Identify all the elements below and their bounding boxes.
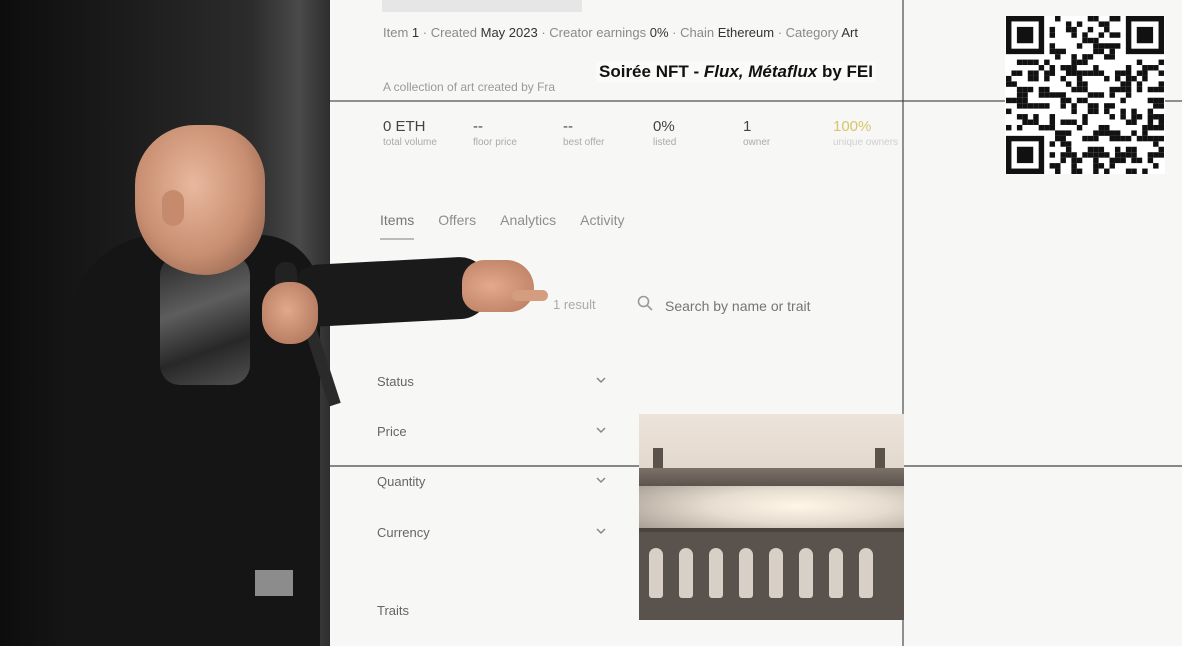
search-input[interactable]: [663, 296, 867, 315]
earnings-label: Creator earnings: [549, 25, 647, 40]
chain-label: Chain: [680, 25, 715, 40]
created-label: Created: [430, 25, 477, 40]
stat-best-offer: -- best offer: [563, 118, 623, 148]
cut-off-title: [382, 0, 582, 12]
collection-meta: Item 1 · Created May 2023 · Creator earn…: [383, 25, 858, 40]
baluster: [679, 548, 693, 598]
nft-artwork-image[interactable]: [639, 414, 904, 620]
filter-price[interactable]: Price: [377, 424, 607, 439]
presenter-pointing-hand: [462, 260, 534, 312]
baluster: [709, 548, 723, 598]
baluster: [859, 548, 873, 598]
search-bar[interactable]: [637, 295, 867, 316]
tab-offers[interactable]: Offers: [438, 212, 476, 240]
earnings-value: 0%: [649, 25, 669, 40]
stat-listed: 0% listed: [653, 118, 713, 148]
baluster: [829, 548, 843, 598]
stat-label: total volume: [383, 137, 437, 148]
stat-floor: -- floor price: [473, 118, 533, 148]
baluster: [649, 548, 663, 598]
stat-value: 0%: [653, 118, 675, 135]
tab-items[interactable]: Items: [380, 212, 415, 240]
photo-frame: Item 1 · Created May 2023 · Creator earn…: [0, 0, 1182, 646]
tab-analytics[interactable]: Analytics: [500, 212, 556, 240]
chevron-down-icon: [595, 474, 607, 489]
created-value: May 2023: [480, 25, 538, 40]
item-label: Item: [383, 25, 409, 40]
stat-owners: 1 owner: [743, 118, 803, 148]
presenter-arm: [288, 255, 492, 328]
baluster: [799, 548, 813, 598]
caption-suffix: by FEI: [817, 62, 873, 81]
presenter-mic-hand: [262, 282, 318, 344]
filter-label: Currency: [377, 525, 430, 540]
stat-label: owner: [743, 137, 771, 148]
filter-label: Traits: [377, 603, 410, 618]
stat-value: 100%: [833, 118, 872, 135]
chain-value: Ethereum: [717, 25, 775, 40]
caption-title: Flux, Métaflux: [703, 62, 818, 81]
qr-code-graphic: [1006, 16, 1164, 174]
presenter-ear: [162, 190, 184, 226]
result-count: 1 result: [553, 297, 596, 312]
filter-currency[interactable]: Currency: [377, 525, 607, 540]
filter-label: Status: [377, 374, 414, 389]
baluster: [739, 548, 753, 598]
item-value: 1: [411, 25, 420, 40]
stat-label: unique owners: [833, 137, 899, 148]
stat-value: 1: [743, 118, 752, 135]
presenter-head: [135, 125, 265, 275]
stat-label: floor price: [473, 137, 517, 148]
image-bridge: [639, 468, 904, 486]
category-label: Category: [785, 25, 839, 40]
search-icon: [637, 295, 653, 316]
stat-value: --: [473, 118, 483, 135]
filter-label: Quantity: [377, 474, 426, 489]
category-value: Art: [841, 25, 858, 40]
chevron-down-icon: [595, 525, 607, 540]
stat-unique-owners: 100% unique owners: [833, 118, 898, 148]
stat-label: listed: [653, 137, 677, 148]
collection-tabs: Items Offers Analytics Activity: [380, 212, 624, 240]
presenter-finger: [512, 290, 548, 301]
filter-quantity[interactable]: Quantity: [377, 474, 607, 489]
qr-code[interactable]: [1005, 16, 1165, 174]
filter-status[interactable]: Status: [377, 374, 607, 389]
chevron-down-icon: [595, 374, 607, 389]
stat-volume: 0 ETH total volume: [383, 118, 443, 148]
caption-prefix: Soirée NFT -: [599, 62, 704, 81]
image-sky: [639, 414, 904, 474]
collection-description: A collection of art created by Fra: [383, 80, 556, 94]
chevron-down-icon: [595, 424, 607, 439]
filter-traits[interactable]: Traits: [377, 603, 607, 618]
filter-label: Price: [377, 424, 407, 439]
stat-label: best offer: [563, 137, 605, 148]
baluster: [769, 548, 783, 598]
stat-value: --: [563, 118, 573, 135]
event-caption: Soirée NFT - Flux, Métaflux by FEI: [596, 62, 876, 82]
stat-value: 0 ETH: [383, 118, 426, 135]
belt-buckle: [255, 570, 293, 596]
stats-row: 0 ETH total volume -- floor price -- bes…: [383, 118, 898, 148]
tab-activity[interactable]: Activity: [580, 212, 624, 240]
